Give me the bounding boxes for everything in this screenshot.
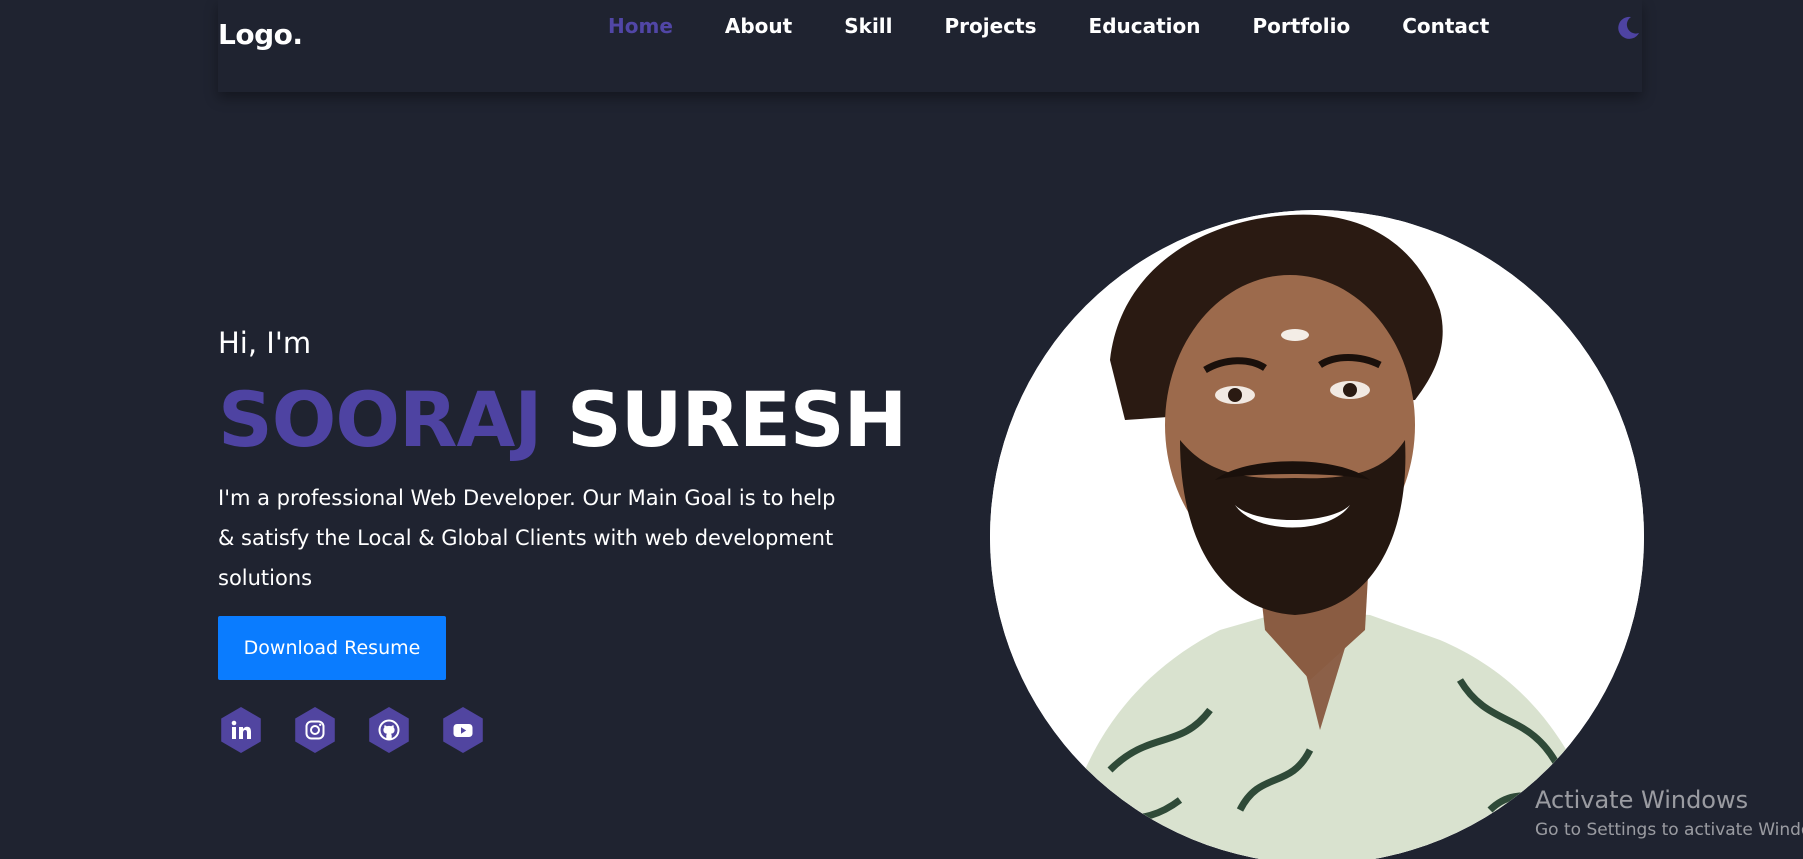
hero-greeting: Hi, I'm: [218, 326, 312, 360]
linkedin-icon[interactable]: [221, 707, 261, 753]
portfolio-page: Logo. Home About Skill Projects Educatio…: [0, 0, 1803, 859]
watermark-subtitle: Go to Settings to activate Windows.: [1535, 820, 1803, 840]
nav-item-home[interactable]: Home: [608, 14, 673, 38]
social-links: [218, 707, 514, 753]
nav-item-contact[interactable]: Contact: [1402, 14, 1489, 38]
nav-item-skill[interactable]: Skill: [844, 14, 892, 38]
site-header: Logo. Home About Skill Projects Educatio…: [218, 0, 1642, 92]
hero-description: I'm a professional Web Developer. Our Ma…: [218, 486, 836, 590]
youtube-icon[interactable]: [443, 707, 483, 753]
site-logo[interactable]: Logo.: [218, 18, 303, 51]
hero-first-name: SOORAJ: [218, 375, 543, 464]
windows-activation-watermark: Activate Windows Go to Settings to activ…: [1535, 786, 1803, 840]
moon-icon[interactable]: [1614, 14, 1642, 42]
profile-photo: [990, 210, 1644, 859]
main-nav: Home About Skill Projects Education Port…: [608, 14, 1541, 38]
hero-name: SOORAJ SURESH: [218, 375, 907, 464]
nav-item-about[interactable]: About: [725, 14, 792, 38]
download-resume-button[interactable]: Download Resume: [218, 616, 446, 680]
instagram-icon[interactable]: [295, 707, 335, 753]
nav-item-projects[interactable]: Projects: [945, 14, 1037, 38]
hero-last-name: SURESH: [567, 375, 907, 464]
nav-item-portfolio[interactable]: Portfolio: [1253, 14, 1351, 38]
watermark-title: Activate Windows: [1535, 786, 1749, 814]
github-icon[interactable]: [369, 707, 409, 753]
nav-item-education[interactable]: Education: [1089, 14, 1201, 38]
